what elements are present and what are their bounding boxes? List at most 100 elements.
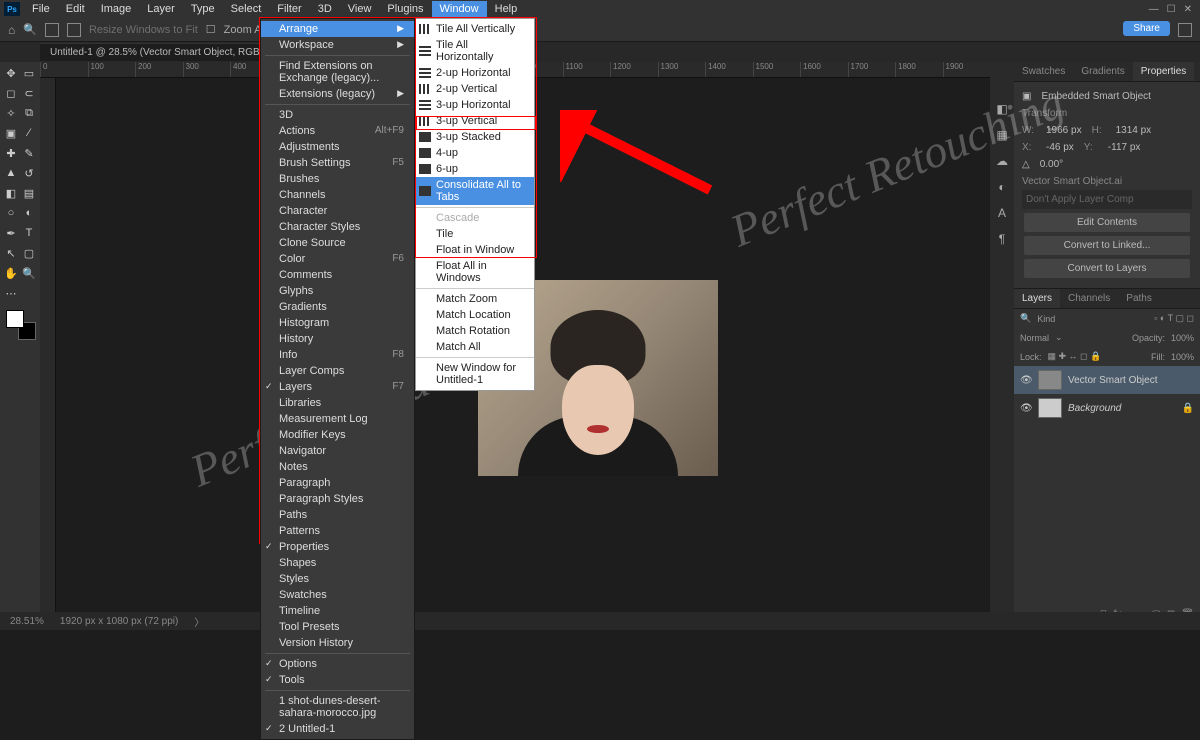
y-value[interactable]: -117 px: [1108, 142, 1141, 153]
menu-item-measurement-log[interactable]: Measurement Log: [261, 411, 414, 427]
menu-item-navigator[interactable]: Navigator: [261, 443, 414, 459]
submenu-item-3-up-vertical[interactable]: 3-up Vertical: [416, 113, 534, 129]
submenu-item-cascade[interactable]: Cascade: [416, 210, 534, 226]
menu-item-gradients[interactable]: Gradients: [261, 299, 414, 315]
menu-type[interactable]: Type: [183, 1, 223, 17]
menu-help[interactable]: Help: [487, 1, 526, 17]
layer-name[interactable]: Vector Smart Object: [1068, 375, 1157, 386]
menu-item-3d[interactable]: 3D: [261, 107, 414, 123]
menu-item-options[interactable]: ✓Options: [261, 656, 414, 672]
menu-view[interactable]: View: [340, 1, 380, 17]
frame-tool-icon[interactable]: ▣: [2, 124, 20, 142]
history-brush-icon[interactable]: ↺: [20, 164, 38, 182]
tab-layers[interactable]: Layers: [1014, 289, 1060, 308]
menu-item-layers[interactable]: ✓LayersF7: [261, 379, 414, 395]
tab-properties[interactable]: Properties: [1133, 62, 1195, 81]
menu-item-modifier-keys[interactable]: Modifier Keys: [261, 427, 414, 443]
menu-item-swatches[interactable]: Swatches: [261, 587, 414, 603]
menu-filter[interactable]: Filter: [269, 1, 309, 17]
lasso-tool-icon[interactable]: ⊂: [20, 84, 38, 102]
menu-3d[interactable]: 3D: [310, 1, 340, 17]
zoom-level[interactable]: 28.51%: [10, 616, 44, 627]
convert-layers-button[interactable]: Convert to Layers: [1024, 259, 1190, 278]
submenu-item-6-up[interactable]: 6-up: [416, 161, 534, 177]
document-tab[interactable]: Untitled-1 @ 28.5% (Vector Smart Object,…: [40, 43, 296, 61]
menu-item-color[interactable]: ColorF6: [261, 251, 414, 267]
menu-item-timeline[interactable]: Timeline: [261, 603, 414, 619]
zoom-in-icon[interactable]: [45, 23, 59, 37]
width-value[interactable]: 1966 px: [1046, 125, 1082, 136]
menu-item-info[interactable]: InfoF8: [261, 347, 414, 363]
zoom-tool-icon[interactable]: 🔍: [23, 23, 37, 36]
type-tool-icon[interactable]: T: [20, 224, 38, 242]
menu-item-history[interactable]: History: [261, 331, 414, 347]
foreground-color[interactable]: [6, 310, 24, 328]
eraser-tool-icon[interactable]: ◧: [2, 184, 20, 202]
tab-paths[interactable]: Paths: [1118, 289, 1160, 308]
submenu-item-float-all-in-windows[interactable]: Float All in Windows: [416, 258, 534, 286]
menu-item-histogram[interactable]: Histogram: [261, 315, 414, 331]
home-icon[interactable]: ⌂: [8, 23, 15, 37]
close-icon[interactable]: ✕: [1184, 4, 1192, 15]
menu-item-tools[interactable]: ✓Tools: [261, 672, 414, 688]
gradient-tool-icon[interactable]: ▤: [20, 184, 38, 202]
edit-contents-button[interactable]: Edit Contents: [1024, 213, 1190, 232]
menu-item-workspace[interactable]: Workspace▶: [261, 37, 414, 53]
submenu-item-4-up[interactable]: 4-up: [416, 145, 534, 161]
menu-item-extensions-legacy-[interactable]: Extensions (legacy)▶: [261, 86, 414, 102]
pen-tool-icon[interactable]: ✒: [2, 224, 20, 242]
blur-tool-icon[interactable]: ○: [2, 204, 20, 222]
blend-mode[interactable]: Normal: [1020, 333, 1049, 343]
dodge-tool-icon[interactable]: ◐: [20, 204, 38, 222]
menu-item-find-extensions-on-exchange-legacy-[interactable]: Find Extensions on Exchange (legacy)...: [261, 58, 414, 86]
submenu-item-match-rotation[interactable]: Match Rotation: [416, 323, 534, 339]
visibility-icon[interactable]: 👁: [1020, 403, 1032, 414]
wand-tool-icon[interactable]: ✧: [2, 104, 20, 122]
menu-item-actions[interactable]: ActionsAlt+F9: [261, 123, 414, 139]
stamp-tool-icon[interactable]: ▲: [2, 164, 20, 182]
menu-item-brush-settings[interactable]: Brush SettingsF5: [261, 155, 414, 171]
x-value[interactable]: -46 px: [1046, 142, 1074, 153]
menu-item-character[interactable]: Character: [261, 203, 414, 219]
shape-tool-icon[interactable]: ▢: [20, 244, 38, 262]
angle-value[interactable]: 0.00°: [1040, 159, 1063, 170]
menu-item-character-styles[interactable]: Character Styles: [261, 219, 414, 235]
menu-item-comments[interactable]: Comments: [261, 267, 414, 283]
submenu-item-tile-all-horizontally[interactable]: Tile All Horizontally: [416, 37, 534, 65]
artboard-tool-icon[interactable]: ▭: [20, 64, 38, 82]
move-tool-icon[interactable]: ✥: [2, 64, 20, 82]
resize-windows-option[interactable]: Resize Windows to Fit: [89, 24, 198, 36]
zoom-tool-icon[interactable]: 🔍: [20, 264, 38, 282]
minimize-icon[interactable]: —: [1149, 4, 1159, 15]
menu-item-tool-presets[interactable]: Tool Presets: [261, 619, 414, 635]
tab-channels[interactable]: Channels: [1060, 289, 1118, 308]
menu-item-1-shot-dunes-desert-sahara-morocco-jpg[interactable]: 1 shot-dunes-desert-sahara-morocco.jpg: [261, 693, 414, 721]
submenu-item-match-all[interactable]: Match All: [416, 339, 534, 355]
menu-item-channels[interactable]: Channels: [261, 187, 414, 203]
menu-layer[interactable]: Layer: [139, 1, 183, 17]
swatches-panel-icon[interactable]: ▦: [995, 128, 1009, 142]
menu-edit[interactable]: Edit: [58, 1, 93, 17]
opacity-value[interactable]: 100%: [1171, 333, 1194, 343]
submenu-item-2-up-horizontal[interactable]: 2-up Horizontal: [416, 65, 534, 81]
height-value[interactable]: 1314 px: [1116, 125, 1152, 136]
menu-window[interactable]: Window: [432, 1, 487, 17]
hand-tool-icon[interactable]: ✋: [2, 264, 20, 282]
tab-swatches[interactable]: Swatches: [1014, 62, 1073, 81]
menu-item-adjustments[interactable]: Adjustments: [261, 139, 414, 155]
eyedropper-tool-icon[interactable]: ⁄: [20, 124, 38, 142]
layer-name[interactable]: Background: [1068, 403, 1121, 414]
path-tool-icon[interactable]: ↖: [2, 244, 20, 262]
menu-item-glyphs[interactable]: Glyphs: [261, 283, 414, 299]
color-swatches[interactable]: [6, 310, 36, 340]
marquee-tool-icon[interactable]: ◻: [2, 84, 20, 102]
submenu-item-consolidate-all-to-tabs[interactable]: Consolidate All to Tabs: [416, 177, 534, 205]
submenu-item-tile[interactable]: Tile: [416, 226, 534, 242]
submenu-item-3-up-horizontal[interactable]: 3-up Horizontal: [416, 97, 534, 113]
menu-item-paragraph[interactable]: Paragraph: [261, 475, 414, 491]
layer-row[interactable]: 👁 Background 🔒: [1014, 394, 1200, 422]
zoom-out-icon[interactable]: [67, 23, 81, 37]
submenu-item-2-up-vertical[interactable]: 2-up Vertical: [416, 81, 534, 97]
adjustments-panel-icon[interactable]: ◐: [995, 180, 1009, 194]
menu-item-2-untitled-1[interactable]: ✓2 Untitled-1: [261, 721, 414, 737]
